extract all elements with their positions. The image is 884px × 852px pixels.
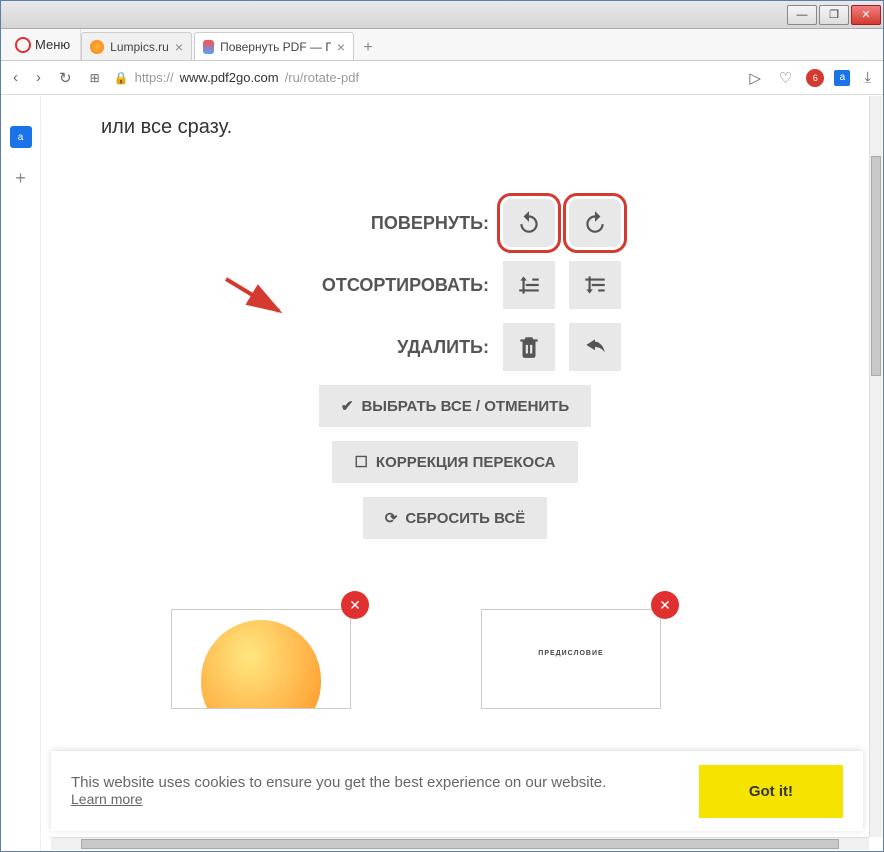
menu-label: Меню — [35, 37, 70, 52]
adblock-badge[interactable]: 6 — [806, 69, 824, 87]
page-content: или все сразу. ПОВЕРНУТЬ: ОТСОРТИРОВАТЬ: — [41, 96, 869, 837]
sidebar-translate-icon[interactable]: а — [10, 126, 32, 148]
sort-desc-button[interactable] — [569, 261, 621, 309]
checkbox-icon: ☐ — [354, 453, 367, 471]
speed-dial-button[interactable]: ⊞ — [86, 69, 104, 87]
scrollbar-thumb[interactable] — [871, 156, 881, 376]
page-thumbnail-1[interactable]: ✕ — [171, 609, 351, 709]
reload-button[interactable]: ↻ — [55, 67, 76, 89]
browser-tab-bar: Меню Lumpics.ru × Повернуть PDF — Повор … — [1, 29, 883, 61]
cookie-learn-more-link[interactable]: Learn more — [71, 791, 143, 807]
downloads-icon[interactable]: ⤓ — [860, 67, 875, 88]
undo-button[interactable] — [569, 323, 621, 371]
forward-button[interactable]: › — [32, 67, 45, 88]
send-icon[interactable]: ▷ — [745, 67, 765, 89]
sort-asc-icon — [516, 272, 542, 298]
sidebar-add-button[interactable]: + — [15, 168, 26, 189]
annotation-arrow-icon — [221, 271, 291, 321]
address-field[interactable]: 🔒 https:// www.pdf2go.com/ru/rotate-pdf — [114, 70, 736, 85]
reset-label: СБРОСИТЬ ВСЁ — [405, 510, 525, 527]
select-all-button[interactable]: ✔ ВЫБРАТЬ ВСЕ / ОТМЕНИТЬ — [319, 385, 591, 427]
cookie-accept-button[interactable]: Got it! — [699, 765, 843, 818]
sort-desc-icon — [582, 272, 608, 298]
favicon-pdf2go-icon — [203, 40, 214, 54]
undo-icon — [582, 334, 608, 360]
vertical-scrollbar[interactable] — [869, 96, 882, 837]
cookie-message: This website uses cookies to ensure you … — [71, 774, 679, 791]
lock-icon: 🔒 — [114, 71, 129, 85]
reset-button[interactable]: ⟳ СБРОСИТЬ ВСЁ — [363, 497, 548, 539]
window-titlebar: — ❐ ✕ — [1, 1, 883, 29]
check-icon: ✔ — [341, 397, 354, 415]
rotate-right-button[interactable] — [569, 199, 621, 247]
rotate-cw-icon — [582, 210, 608, 236]
tab-pdf2go[interactable]: Повернуть PDF — Повор × — [194, 32, 354, 60]
tab-lumpics[interactable]: Lumpics.ru × — [81, 32, 192, 60]
opera-logo-icon — [15, 37, 31, 53]
sort-label: ОТСОРТИРОВАТЬ: — [289, 275, 489, 296]
translate-ext-icon[interactable]: а — [834, 70, 850, 86]
window-minimize-button[interactable]: — — [787, 5, 817, 25]
delete-label: УДАЛИТЬ: — [289, 337, 489, 358]
opera-menu-button[interactable]: Меню — [5, 29, 81, 60]
tab-title: Lumpics.ru — [110, 40, 169, 54]
cookie-accept-label: Got it! — [749, 783, 793, 800]
scrollbar-thumb[interactable] — [81, 839, 839, 849]
rotate-left-button[interactable] — [503, 199, 555, 247]
cookie-banner: This website uses cookies to ensure you … — [51, 751, 863, 831]
delete-button[interactable] — [503, 323, 555, 371]
horizontal-scrollbar[interactable] — [51, 837, 869, 850]
trash-icon — [516, 334, 542, 360]
window-close-button[interactable]: ✕ — [851, 5, 881, 25]
badge-count: 6 — [813, 73, 818, 83]
remove-page-button[interactable]: ✕ — [341, 591, 369, 619]
url-bar: ‹ › ↻ ⊞ 🔒 https:// www.pdf2go.com/ru/rota… — [1, 61, 883, 95]
bookmark-icon[interactable]: ♡ — [775, 67, 796, 89]
tab-close-icon[interactable]: × — [337, 39, 345, 55]
url-host: www.pdf2go.com — [180, 70, 279, 85]
back-button[interactable]: ‹ — [9, 67, 22, 88]
rotate-label: ПОВЕРНУТЬ: — [289, 213, 489, 234]
sort-asc-button[interactable] — [503, 261, 555, 309]
select-all-label: ВЫБРАТЬ ВСЕ / ОТМЕНИТЬ — [361, 398, 569, 415]
thumbnail-image — [201, 620, 321, 709]
window-maximize-button[interactable]: ❐ — [819, 5, 849, 25]
new-tab-button[interactable]: + — [356, 36, 380, 60]
url-scheme: https:// — [135, 70, 174, 85]
thumbnail-caption: ПРЕДИСЛОВИЕ — [482, 610, 660, 657]
browser-sidebar: а + — [1, 96, 41, 851]
tab-title: Повернуть PDF — Повор — [220, 40, 331, 54]
close-icon: ✕ — [349, 597, 361, 614]
deskew-label: КОРРЕКЦИЯ ПЕРЕКОСА — [376, 454, 556, 471]
page-thumbnail-2[interactable]: ✕ ПРЕДИСЛОВИЕ — [481, 609, 661, 709]
deskew-button[interactable]: ☐ КОРРЕКЦИЯ ПЕРЕКОСА — [332, 441, 577, 483]
intro-text: или все сразу. — [101, 116, 829, 139]
close-icon: ✕ — [659, 597, 671, 614]
refresh-icon: ⟳ — [385, 509, 398, 527]
tab-close-icon[interactable]: × — [175, 39, 183, 55]
favicon-lumpics-icon — [90, 40, 104, 54]
rotate-ccw-icon — [516, 210, 542, 236]
url-path: /ru/rotate-pdf — [285, 70, 359, 85]
remove-page-button[interactable]: ✕ — [651, 591, 679, 619]
